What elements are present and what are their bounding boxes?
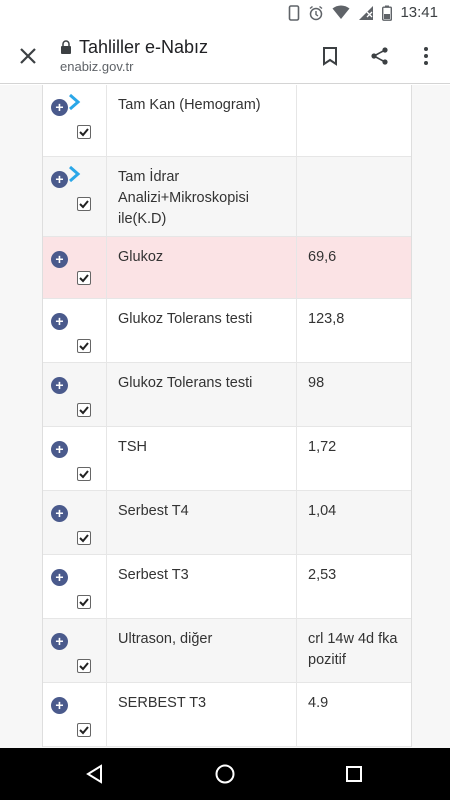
close-button[interactable] [14, 42, 42, 70]
checkmark-icon [79, 726, 89, 735]
checkbox[interactable] [77, 197, 91, 211]
chevron-right-icon[interactable] [67, 93, 83, 111]
more-icon [424, 47, 428, 65]
table-row: + Serbest T3 2,53 [43, 555, 411, 619]
checkbox[interactable] [77, 467, 91, 481]
checkbox[interactable] [77, 125, 91, 139]
table-row: + Tam Kan (Hemogram) [43, 85, 411, 157]
status-time: 13:41 [400, 4, 438, 21]
checkbox[interactable] [77, 659, 91, 673]
table-row: + Tam İdrar Analizi+Mikroskopisi ile(K.D… [43, 157, 411, 237]
expand-plus-icon[interactable]: + [51, 441, 68, 458]
expand-plus-icon[interactable]: + [51, 171, 68, 188]
share-button[interactable] [366, 42, 394, 70]
more-options-button[interactable] [412, 42, 440, 70]
phone-icon [289, 4, 300, 21]
recents-button[interactable] [341, 761, 367, 787]
close-icon [20, 48, 36, 64]
table-row: + Ultrason, diğer crl 14w 4d fka pozitif [43, 619, 411, 683]
checkmark-icon [79, 200, 89, 209]
results-table: + Tam Kan (Hemogram) + Tam İdrar Analizi… [42, 85, 412, 747]
test-name: Serbest T3 [107, 555, 297, 618]
test-name: Ultrason, diğer [107, 619, 297, 682]
app-bar: Tahliller e-Nabız enabiz.gov.tr [0, 28, 450, 84]
back-button[interactable] [82, 761, 108, 787]
table-row: + Serbest T4 1,04 [43, 491, 411, 555]
table-row-highlighted: + Glukoz 69,6 [43, 237, 411, 299]
checkmark-icon [79, 662, 89, 671]
table-row: + Glukoz Tolerans testi 123,8 [43, 299, 411, 363]
test-value: 2,53 [308, 567, 337, 583]
lock-icon [61, 40, 71, 54]
home-button[interactable] [212, 761, 238, 787]
system-nav-bar [0, 748, 450, 800]
checkmark-icon [79, 128, 89, 137]
checkbox[interactable] [77, 595, 91, 609]
checkmark-icon [79, 274, 89, 283]
test-value: 1,04 [308, 503, 337, 519]
table-row: + SERBEST T3 4.9 [43, 683, 411, 747]
expand-plus-icon[interactable]: + [51, 313, 68, 330]
status-icons: 13:41 [288, 4, 438, 21]
test-name: TSH [107, 427, 297, 490]
checkbox[interactable] [77, 271, 91, 285]
test-value: 123,8 [308, 311, 345, 327]
expand-plus-icon[interactable]: + [51, 633, 68, 650]
test-name: SERBEST T3 [107, 683, 297, 746]
expand-plus-icon[interactable]: + [51, 251, 68, 268]
expand-plus-icon[interactable]: + [51, 377, 68, 394]
share-icon [371, 47, 388, 65]
chevron-right-icon[interactable] [67, 165, 83, 183]
back-icon [86, 764, 102, 784]
test-name: Glukoz Tolerans testi [107, 299, 297, 362]
battery-icon [382, 5, 393, 21]
test-value: 1,72 [308, 439, 337, 455]
test-value: 98 [308, 375, 325, 391]
checkmark-icon [79, 406, 89, 415]
test-name: Glukoz Tolerans testi [107, 363, 297, 426]
checkbox[interactable] [77, 723, 91, 737]
checkbox[interactable] [77, 339, 91, 353]
recents-icon [346, 766, 362, 782]
table-row: + Glukoz Tolerans testi 98 [43, 363, 411, 427]
checkbox[interactable] [77, 531, 91, 545]
bookmark-icon [323, 47, 337, 66]
checkbox[interactable] [77, 403, 91, 417]
test-value: 69,6 [308, 249, 337, 265]
alarm-icon [310, 5, 323, 20]
page-url: enabiz.gov.tr [60, 59, 134, 74]
checkmark-icon [79, 534, 89, 543]
bookmark-button[interactable] [316, 42, 344, 70]
table-row: + TSH 1,72 [43, 427, 411, 491]
expand-plus-icon[interactable]: + [51, 569, 68, 586]
signal-icon [359, 5, 374, 20]
wifi-icon [332, 5, 350, 19]
checkmark-icon [79, 598, 89, 607]
expand-plus-icon[interactable]: + [51, 505, 68, 522]
content-area: + Tam Kan (Hemogram) + Tam İdrar Analizi… [0, 85, 450, 748]
status-bar: 13:41 [0, 0, 450, 28]
title-block: Tahliller e-Nabız enabiz.gov.tr [60, 37, 208, 74]
test-value [297, 157, 411, 236]
checkmark-icon [79, 470, 89, 479]
test-value: crl 14w 4d fka pozitif [308, 631, 398, 668]
test-name: Tam İdrar Analizi+Mikroskopisi ile(K.D) [107, 157, 297, 236]
test-name: Tam Kan (Hemogram) [107, 85, 297, 156]
test-value [297, 85, 411, 156]
page-title: Tahliller e-Nabız [79, 37, 209, 57]
home-icon [215, 764, 235, 784]
test-name: Serbest T4 [107, 491, 297, 554]
test-name: Glukoz [107, 237, 297, 298]
test-value: 4.9 [308, 695, 329, 711]
expand-plus-icon[interactable]: + [51, 99, 68, 116]
expand-plus-icon[interactable]: + [51, 697, 68, 714]
checkmark-icon [79, 342, 89, 351]
